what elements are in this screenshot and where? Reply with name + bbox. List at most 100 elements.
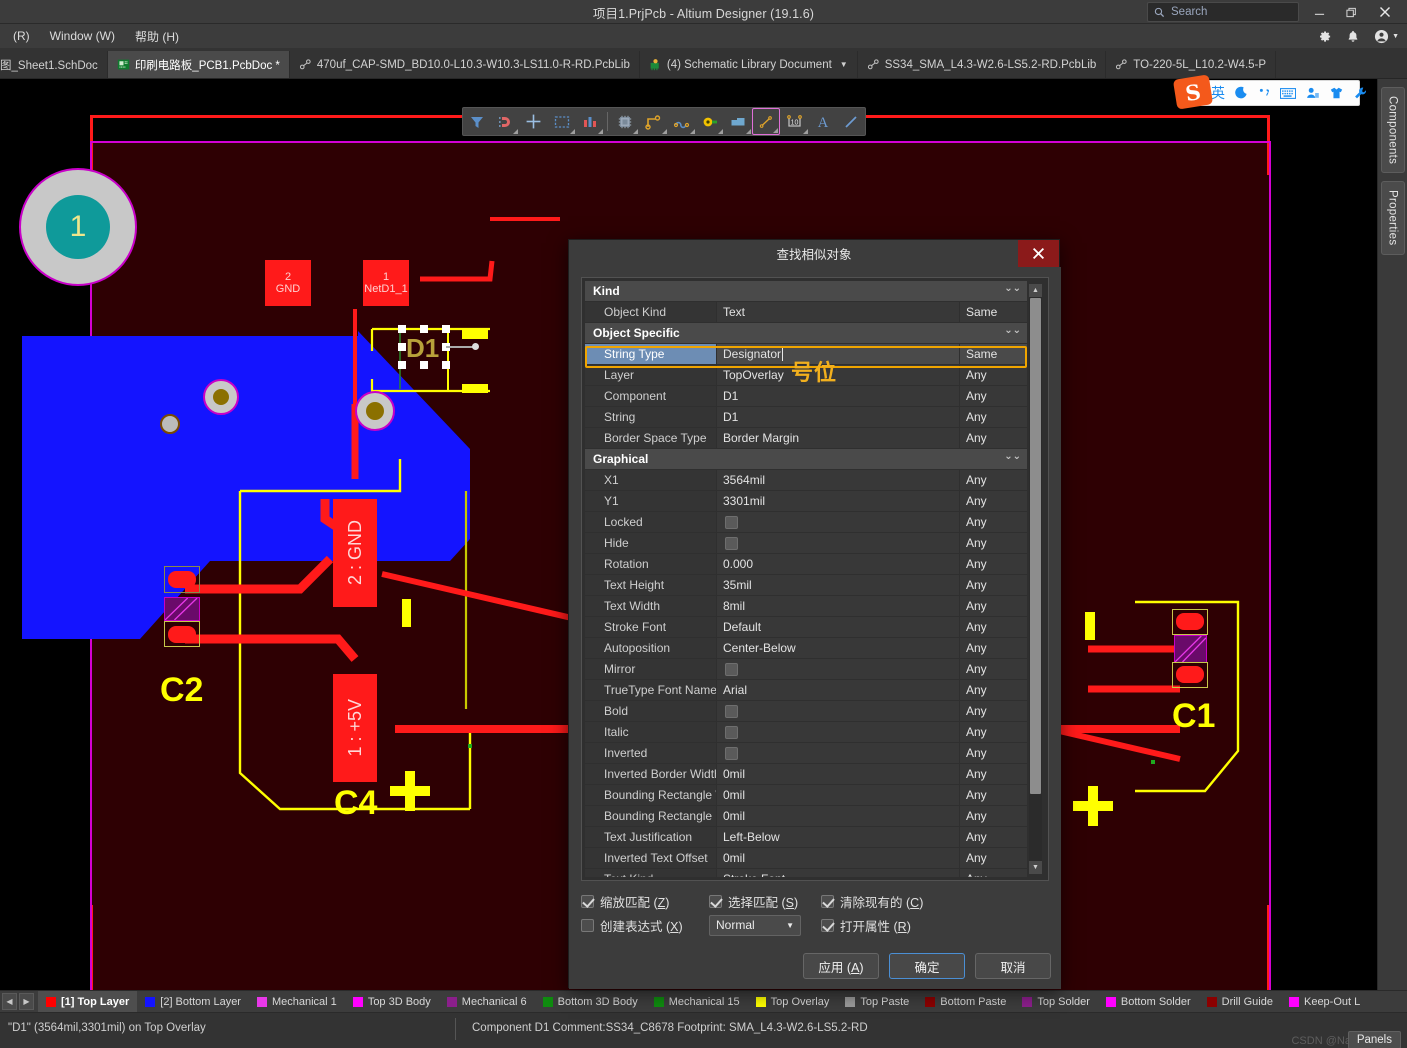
property-value[interactable]: 3301mil xyxy=(717,491,959,511)
find-similar-objects-dialog[interactable]: 查找相似对象 Kind ⌄⌄ Object Kind Text Same Obj… xyxy=(568,239,1061,989)
designator-c4[interactable]: C4 xyxy=(334,784,377,823)
property-match[interactable]: Any xyxy=(960,533,1027,553)
normal-select[interactable]: Normal ▼ xyxy=(709,914,801,936)
property-match[interactable]: Any xyxy=(960,785,1027,805)
layer-tab-top-solder[interactable]: Top Solder xyxy=(1014,991,1098,1012)
layer-tab-top-paste[interactable]: Top Paste xyxy=(837,991,917,1012)
doc-tab-pcbdoc[interactable]: 印刷电路板_PCB1.PcbDoc * xyxy=(107,51,290,78)
property-match[interactable]: Any xyxy=(960,407,1027,427)
group-header-kind[interactable]: Kind ⌄⌄ xyxy=(585,281,1027,301)
dropdown-corner[interactable] xyxy=(598,129,604,134)
menu-item-r[interactable]: (R) xyxy=(4,26,39,46)
property-value[interactable]: Text xyxy=(717,302,959,322)
property-value[interactable]: Border Margin xyxy=(717,428,959,448)
checkbox-icon[interactable] xyxy=(725,704,738,718)
chevron-down-icon[interactable]: ▼ xyxy=(786,921,794,930)
property-row-bounding-rect-height[interactable]: Bounding Rectangle H 0mil Any xyxy=(585,806,1027,826)
property-row-autoposition[interactable]: Autoposition Center-Below Any xyxy=(585,638,1027,658)
place-line-icon[interactable] xyxy=(752,108,781,135)
dropdown-corner[interactable] xyxy=(802,129,808,134)
property-row-italic[interactable]: Italic Any xyxy=(585,722,1027,742)
selection-handle[interactable] xyxy=(398,343,406,351)
option-select-match[interactable]: 选择匹配 (S) xyxy=(709,892,821,911)
property-value[interactable]: 0mil xyxy=(717,764,959,784)
property-row-rotation[interactable]: Rotation 0.000 Any xyxy=(585,554,1027,574)
selection-handle[interactable] xyxy=(420,361,428,369)
scroll-down-arrow[interactable]: ▼ xyxy=(1029,861,1042,874)
selection-handle[interactable] xyxy=(398,325,406,333)
property-match[interactable]: Any xyxy=(960,491,1027,511)
layer-tab-bottom-layer[interactable]: [2] Bottom Layer xyxy=(137,991,249,1012)
moon-icon[interactable] xyxy=(1234,86,1248,100)
property-match[interactable]: Any xyxy=(960,512,1027,532)
selection-handle[interactable] xyxy=(398,361,406,369)
property-row-inverted-text-offset[interactable]: Inverted Text Offset 0mil Any xyxy=(585,848,1027,868)
designator-c2[interactable]: C2 xyxy=(160,671,203,710)
property-match[interactable]: Any xyxy=(960,869,1027,877)
property-row-object-kind[interactable]: Object Kind Text Same xyxy=(585,302,1027,322)
property-value[interactable]: D1 xyxy=(717,386,959,406)
menu-item-window[interactable]: Window (W) xyxy=(41,26,124,46)
chevron-down-icon[interactable]: ▼ xyxy=(840,60,848,69)
property-match[interactable]: Any xyxy=(960,386,1027,406)
dropdown-corner[interactable] xyxy=(717,129,723,134)
option-create-expression[interactable]: 创建表达式 (X) xyxy=(581,916,709,935)
property-value[interactable]: Default xyxy=(717,617,959,637)
property-value[interactable]: 0.000 xyxy=(717,554,959,574)
property-value-editor[interactable]: Designator xyxy=(717,344,959,364)
collapse-chevron-icon[interactable]: ⌄⌄ xyxy=(1004,452,1021,462)
track-label-gnd[interactable]: 2 : GND xyxy=(333,499,377,607)
layer-tab-top-3d-body[interactable]: Top 3D Body xyxy=(345,991,439,1012)
designator-d1-selected[interactable]: D1 xyxy=(398,325,479,369)
place-track-icon[interactable] xyxy=(639,108,667,135)
layer-tab-top-layer[interactable]: [1] Top Layer xyxy=(38,991,138,1012)
apply-button[interactable]: 应用 (A) xyxy=(803,953,879,979)
layer-tab-bottom-paste[interactable]: Bottom Paste xyxy=(917,991,1014,1012)
collapse-chevron-icon[interactable]: ⌄⌄ xyxy=(1004,326,1021,336)
checkbox-icon[interactable] xyxy=(821,918,834,932)
property-row-y1[interactable]: Y1 3301mil Any xyxy=(585,491,1027,511)
pad-c2-1[interactable] xyxy=(168,571,196,588)
option-zoom-match[interactable]: 缩放匹配 (Z) xyxy=(581,892,709,911)
bell-icon[interactable] xyxy=(1346,29,1360,44)
property-value[interactable]: 8mil xyxy=(717,596,959,616)
property-match[interactable]: Any xyxy=(960,827,1027,847)
property-match[interactable]: Any xyxy=(960,470,1027,490)
place-fill-icon[interactable] xyxy=(724,108,752,135)
doc-tab-schlib[interactable]: (4) Schematic Library Document ▼ xyxy=(639,51,858,78)
doc-tab-schdoc[interactable]: 原理图_Sheet1.SchDoc xyxy=(0,51,108,78)
layer-tab-keepout[interactable]: Keep-Out L xyxy=(1281,991,1368,1012)
dimension-icon[interactable]: 10 xyxy=(780,108,808,135)
property-row-bounding-rect-width[interactable]: Bounding Rectangle W 0mil Any xyxy=(585,785,1027,805)
dropdown-corner[interactable] xyxy=(569,129,575,134)
property-match[interactable]: Same xyxy=(960,302,1027,322)
property-match[interactable]: Any xyxy=(960,722,1027,742)
property-value-checkbox[interactable] xyxy=(717,512,959,532)
panels-button[interactable]: Panels xyxy=(1347,1031,1401,1048)
property-match[interactable]: Any xyxy=(960,365,1027,385)
pad-d1-2[interactable]: 2 GND xyxy=(265,260,311,306)
place-pad-icon[interactable] xyxy=(696,108,724,135)
property-row-truetype-font-name[interactable]: TrueType Font Name Arial Any xyxy=(585,680,1027,700)
property-value[interactable]: 3564mil xyxy=(717,470,959,490)
property-value[interactable]: 0mil xyxy=(717,806,959,826)
property-match[interactable]: Any xyxy=(960,743,1027,763)
property-value-checkbox[interactable] xyxy=(717,659,959,679)
doc-tab-470uf-pcblib[interactable]: 470uf_CAP-SMD_BD10.0-L10.3-W10.3-LS11.0-… xyxy=(289,51,640,78)
layer-scroll-left[interactable]: ◀ xyxy=(2,993,17,1010)
checkbox-icon[interactable] xyxy=(821,894,834,908)
dialog-close-button[interactable] xyxy=(1018,240,1059,267)
doc-tab-ss34-pcblib[interactable]: SS34_SMA_L4.3-W2.6-LS5.2-RD.PcbLib xyxy=(857,51,1107,78)
sogou-logo-icon[interactable]: S xyxy=(1172,74,1214,110)
checkbox-icon[interactable] xyxy=(581,918,594,932)
property-row-locked[interactable]: Locked Any xyxy=(585,512,1027,532)
restore-button[interactable] xyxy=(1335,0,1367,24)
designator-c1[interactable]: C1 xyxy=(1172,697,1215,736)
checkbox-icon[interactable] xyxy=(725,536,738,550)
dropdown-corner[interactable] xyxy=(689,129,695,134)
property-match[interactable]: Any xyxy=(960,806,1027,826)
layer-tab-bottom-solder[interactable]: Bottom Solder xyxy=(1098,991,1199,1012)
minimize-button[interactable] xyxy=(1303,0,1335,24)
selection-handle[interactable] xyxy=(420,325,428,333)
place-arc-icon[interactable] xyxy=(668,108,696,135)
